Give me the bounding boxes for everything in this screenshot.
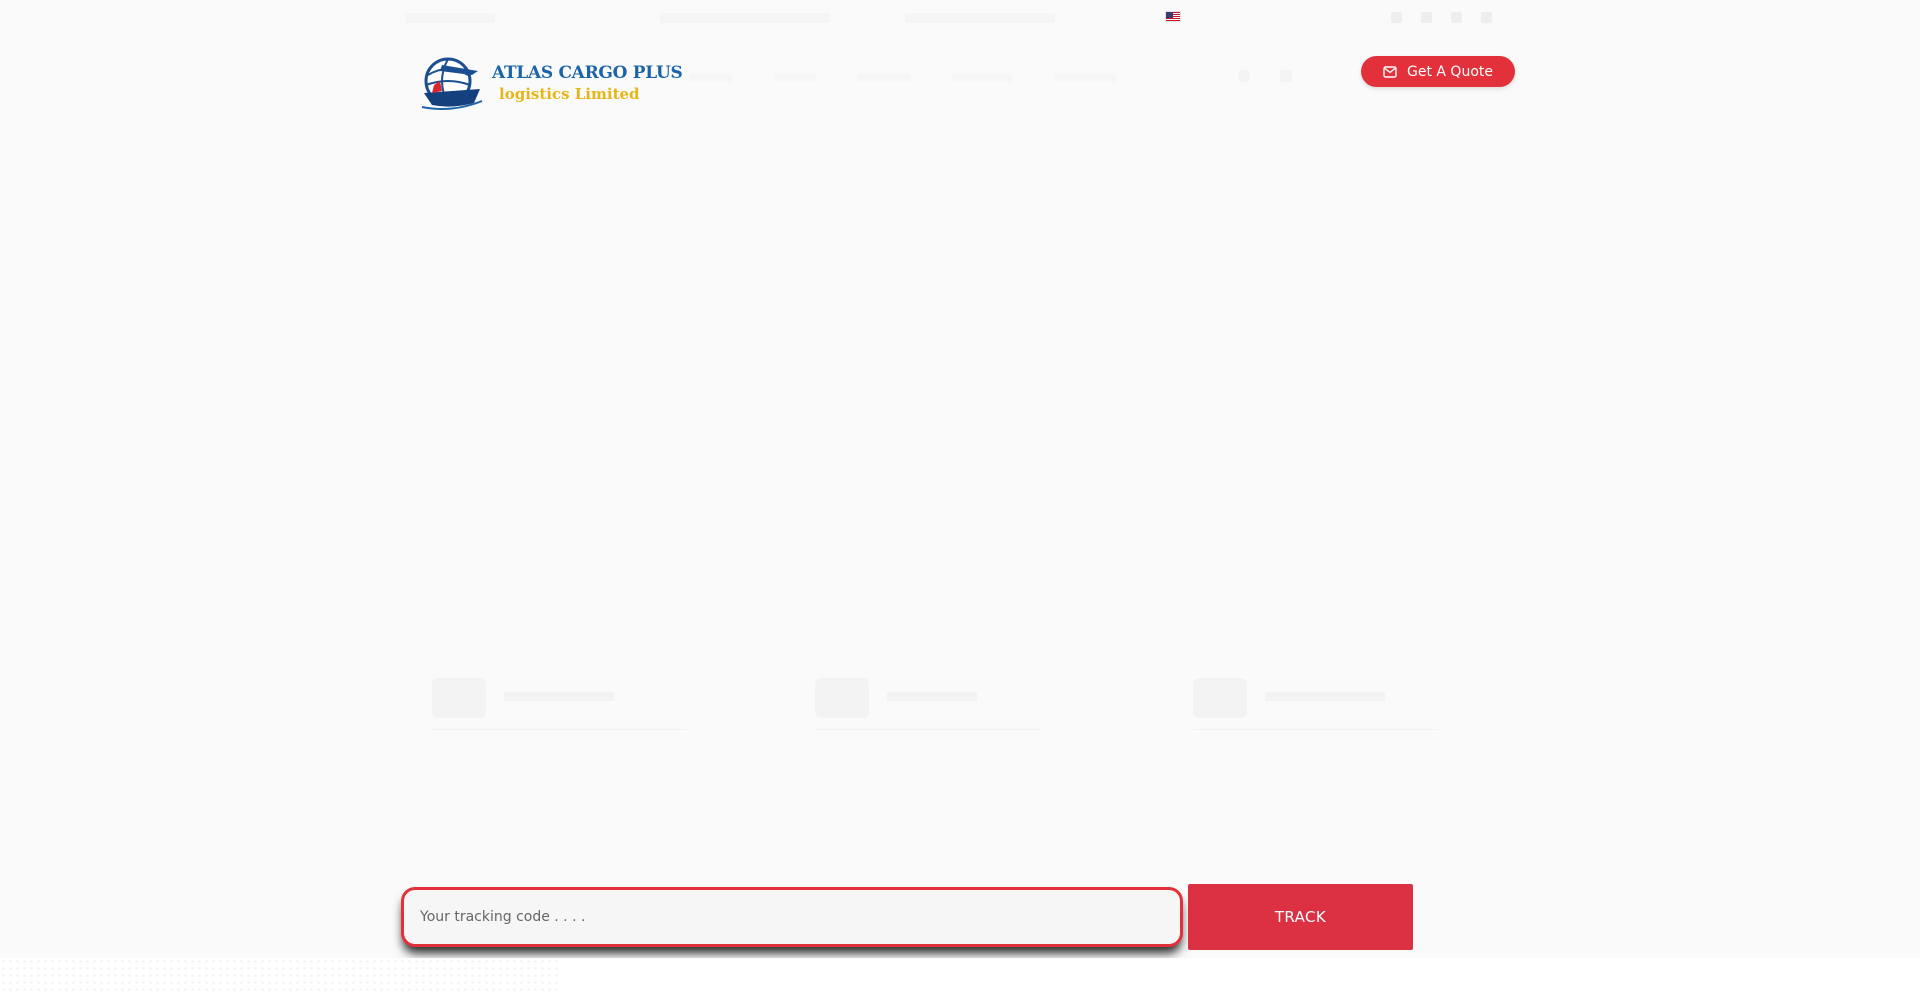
nav-item-placeholder[interactable]: [858, 74, 910, 82]
topbar-email-placeholder: [660, 13, 830, 23]
ship-icon: [1193, 678, 1247, 718]
topbar-hours-placeholder: [905, 13, 1055, 23]
facebook-icon[interactable]: [1391, 12, 1402, 23]
twitter-icon[interactable]: [1421, 12, 1432, 23]
page: ATLAS CARGO PLUS logistics Limited Get A…: [0, 0, 1920, 993]
instagram-icon[interactable]: [1481, 12, 1492, 23]
topbar-contact-placeholder: [405, 13, 495, 23]
plane-icon: [815, 678, 869, 718]
feature-block-2: [815, 672, 1045, 734]
get-a-quote-button[interactable]: Get A Quote: [1361, 56, 1515, 87]
us-flag-icon[interactable]: [1165, 11, 1181, 22]
site-logo[interactable]: ATLAS CARGO PLUS logistics Limited: [418, 55, 683, 113]
nav-item-placeholder[interactable]: [774, 74, 816, 82]
logo-title: ATLAS CARGO PLUS: [492, 63, 683, 83]
feature-divider: [815, 729, 1040, 730]
search-icon[interactable]: [1238, 70, 1250, 82]
track-button[interactable]: TRACK: [1188, 884, 1413, 950]
feature-block-3: [1193, 672, 1443, 734]
feature-divider: [1193, 729, 1438, 730]
globe-ship-icon: [421, 57, 483, 110]
envelope-icon: [1383, 65, 1397, 78]
nav-item-placeholder[interactable]: [952, 74, 1012, 82]
dot-pattern: [0, 958, 560, 993]
nav-item-placeholder[interactable]: [1054, 74, 1116, 82]
feature-title-placeholder: [504, 692, 614, 701]
linkedin-icon[interactable]: [1451, 12, 1462, 23]
tracking-code-input[interactable]: [401, 887, 1183, 947]
feature-title-placeholder: [1265, 692, 1385, 701]
nav-item-placeholder[interactable]: [690, 74, 732, 82]
bottom-strip: [0, 958, 1920, 993]
main-nav: [690, 68, 1116, 88]
get-a-quote-label: Get A Quote: [1407, 63, 1493, 80]
menu-icon[interactable]: [1280, 70, 1292, 82]
top-bar: [0, 0, 1920, 38]
truck-icon: [432, 678, 486, 718]
feature-divider: [432, 729, 687, 730]
feature-title-placeholder: [887, 692, 977, 701]
feature-block-1: [432, 672, 692, 734]
logo-subtitle: logistics Limited: [499, 85, 640, 103]
